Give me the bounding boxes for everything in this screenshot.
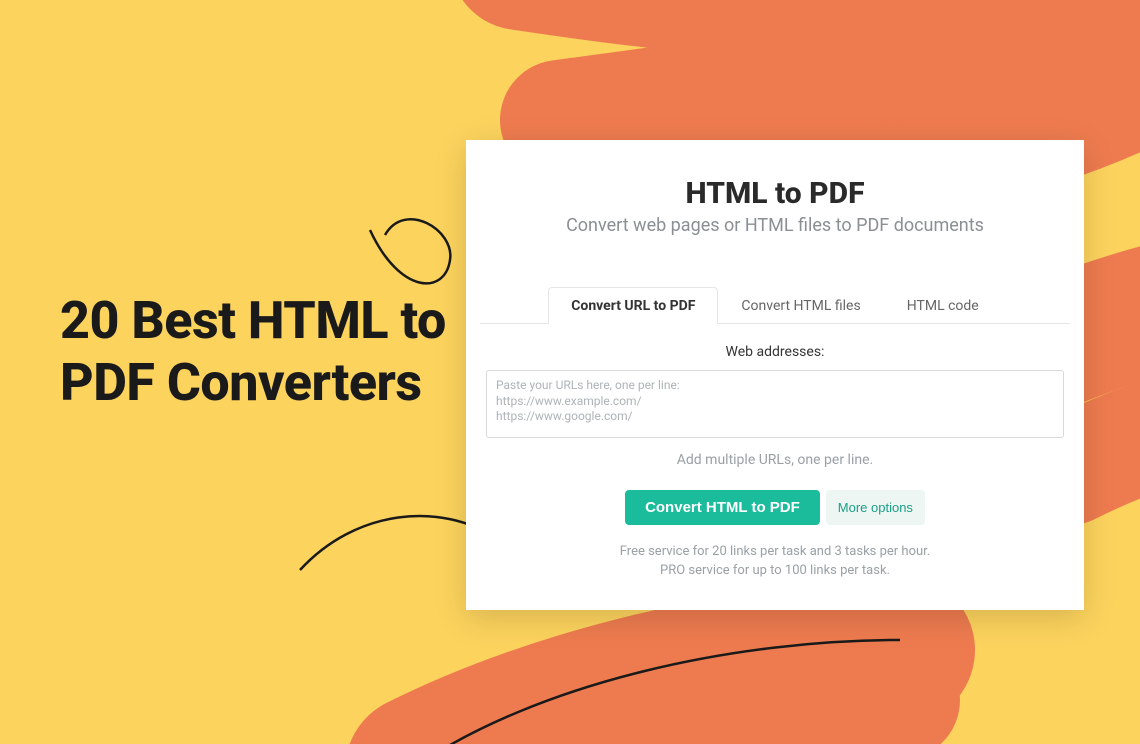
convert-button[interactable]: Convert HTML to PDF <box>625 490 820 525</box>
page-headline: 20 Best HTML to PDF Converters <box>60 290 460 415</box>
more-options-button[interactable]: More options <box>826 490 925 525</box>
service-note-line1: Free service for 20 links per task and 3… <box>486 543 1064 562</box>
url-hint: Add multiple URLs, one per line. <box>486 452 1064 468</box>
url-input[interactable] <box>486 370 1064 438</box>
converter-card: HTML to PDF Convert web pages or HTML fi… <box>466 140 1084 610</box>
web-addresses-label: Web addresses: <box>486 344 1064 360</box>
service-note-line2: PRO service for up to 100 links per task… <box>486 562 1064 581</box>
tab-convert-url[interactable]: Convert URL to PDF <box>548 287 718 324</box>
card-subtitle: Convert web pages or HTML files to PDF d… <box>480 215 1070 236</box>
tab-html-code[interactable]: HTML code <box>884 287 1002 324</box>
card-title: HTML to PDF <box>480 176 1070 211</box>
tab-convert-files[interactable]: Convert HTML files <box>718 287 883 324</box>
tabs: Convert URL to PDF Convert HTML files HT… <box>480 286 1070 324</box>
service-note: Free service for 20 links per task and 3… <box>486 543 1064 581</box>
